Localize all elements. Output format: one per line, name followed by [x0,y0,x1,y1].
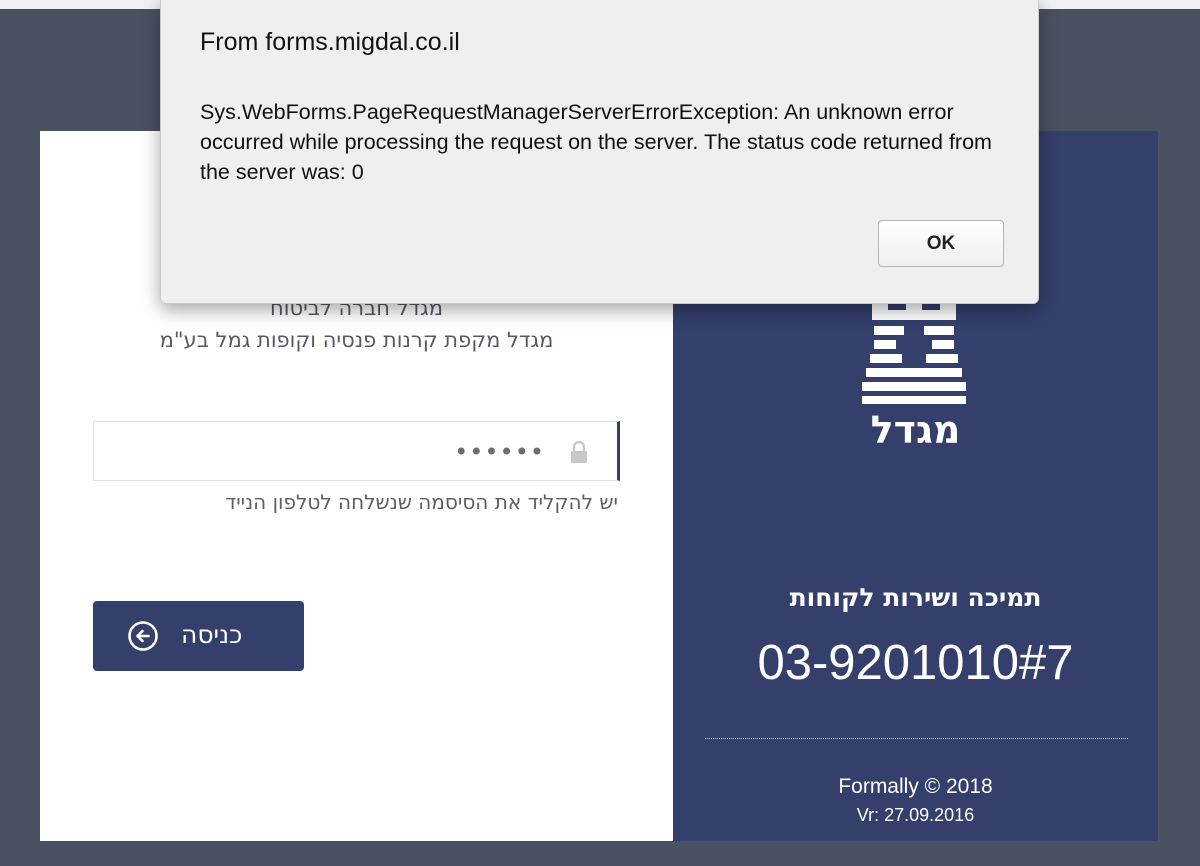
dialog-message: Sys.WebForms.PageRequestManagerServerErr… [200,100,992,184]
ok-button[interactable]: OK [878,220,1004,267]
copyright-text: Formally © 2018 [838,775,993,798]
password-value: •••••• [454,438,545,466]
logo-wordmark: מגדל [870,408,961,452]
login-button-label: כניסה [181,620,243,649]
support-phone: 03-9201010#7 [757,636,1074,690]
login-button[interactable]: כניסה [93,601,304,671]
footer-divider [705,738,1128,739]
password-input[interactable]: •••••• [93,421,620,481]
company-name-line-2: מגדל מקפת קרנות פנסיה וקופות גמל בע"מ [159,328,554,352]
dialog-title: From forms.migdal.co.il [200,28,460,56]
password-hint: יש להקליד את הסיסמה שנשלחה לטלפון הנייד [225,490,618,514]
alert-dialog: From forms.migdal.co.il Sys.WebForms.Pag… [160,0,1039,304]
arrow-left-circle-icon [128,621,158,651]
support-title: תמיכה ושירות לקוחות [789,583,1042,612]
lock-icon [571,441,587,463]
version-text: Vr: 27.09.2016 [856,805,975,825]
